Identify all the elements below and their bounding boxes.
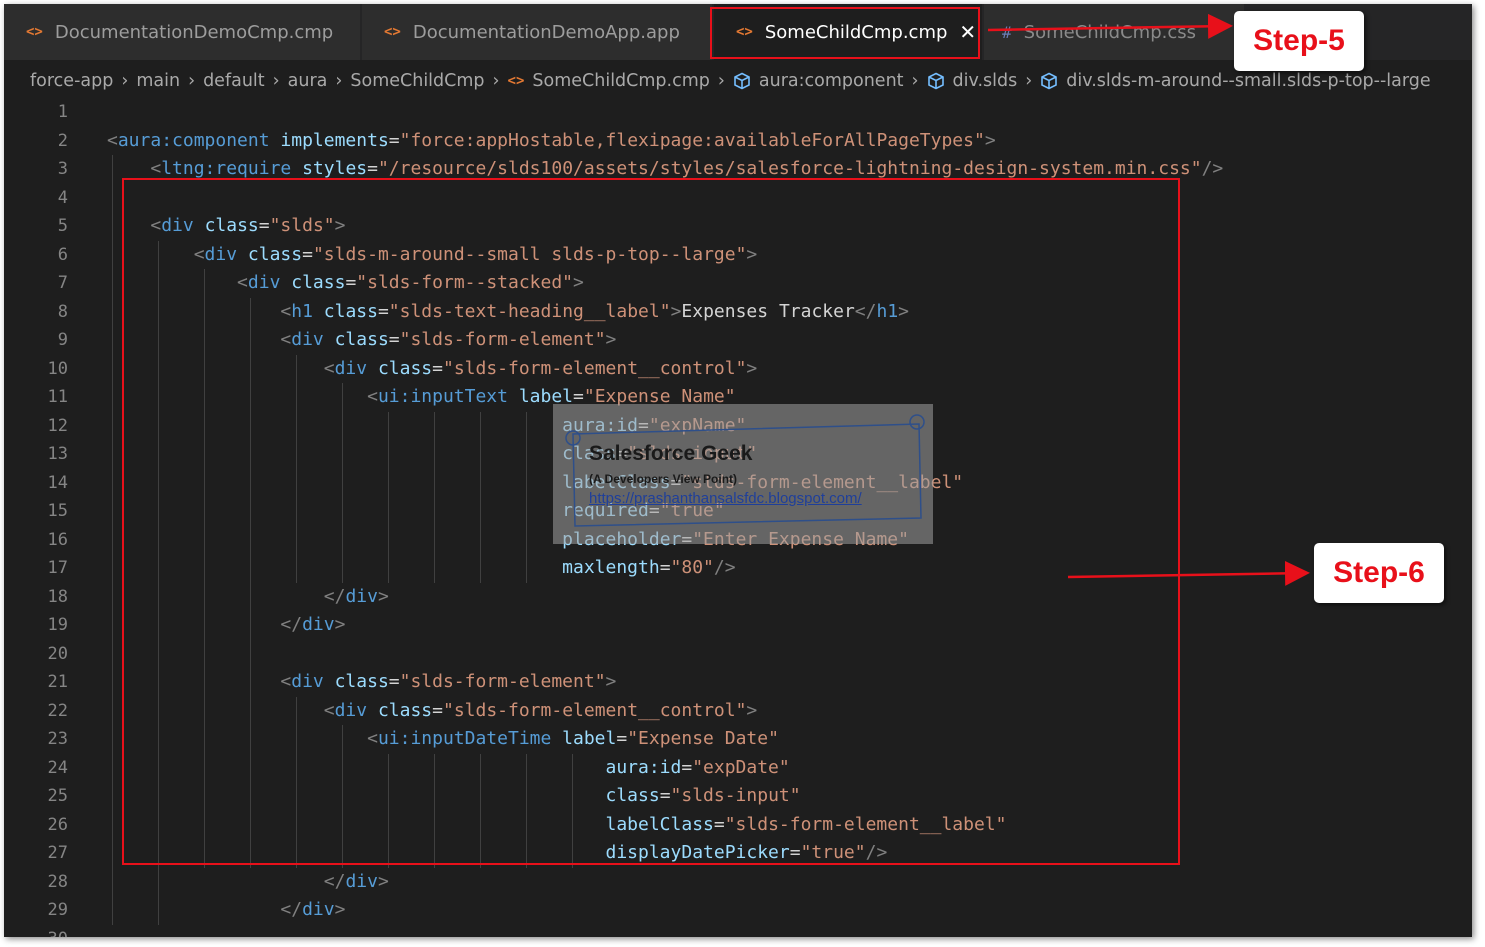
breadcrumb-item[interactable]: div.slds-m-around--small.slds-p-top--lar… — [1066, 71, 1430, 91]
line-number: 17 — [47, 558, 68, 578]
chevron-right-icon: › — [121, 71, 129, 91]
code-line[interactable]: 29 </div> — [4, 896, 1472, 924]
line-number: 24 — [47, 757, 68, 778]
tab-some-child-css[interactable]: # SomeChildCmp.css — [984, 4, 1244, 60]
line-number: 13 — [47, 444, 68, 464]
hash-icon: # — [1002, 22, 1012, 42]
code-token: styles — [302, 158, 368, 179]
breadcrumb: force-app › main › default › aura › Some… — [30, 64, 1431, 98]
line-number: 19 — [47, 615, 68, 635]
code-line[interactable]: 2 <aura:component implements="force:appHo… — [4, 127, 1472, 155]
code-token: div — [302, 899, 335, 920]
line-number: 3 — [57, 159, 68, 179]
code-token: implements — [280, 129, 389, 151]
step6-label: Step-6 — [1314, 543, 1444, 603]
line-number: 26 — [47, 814, 68, 835]
line-number: 21 — [47, 672, 68, 692]
code-token: < — [150, 158, 162, 179]
code-token: = — [388, 129, 400, 151]
cube-icon — [733, 72, 751, 90]
code-token: </ — [280, 899, 303, 920]
breadcrumb-item[interactable]: aura — [288, 71, 328, 91]
step6-highlight-box — [122, 178, 1180, 865]
line-number: 16 — [47, 529, 68, 550]
line-number: 27 — [47, 843, 68, 863]
step5-label: Step-5 — [1234, 11, 1364, 71]
code-token: div — [345, 870, 378, 892]
line-number: 29 — [47, 900, 68, 920]
code-line[interactable]: 1 — [4, 98, 1472, 126]
code-text: </div> — [107, 868, 389, 896]
line-number: 28 — [47, 871, 68, 892]
code-text: </div> — [107, 896, 345, 924]
breadcrumb-item[interactable]: default — [203, 71, 265, 91]
chevron-right-icon: › — [911, 71, 919, 91]
tab-label: DocumentationDemoCmp.cmp — [54, 21, 334, 43]
breadcrumb-item[interactable]: div.slds — [953, 71, 1018, 91]
line-number: 10 — [47, 358, 68, 379]
line-number: 22 — [47, 700, 68, 721]
code-token: > — [984, 129, 996, 151]
chevron-right-icon: › — [1025, 71, 1033, 91]
breadcrumb-item[interactable]: aura:component — [759, 71, 904, 91]
code-token: > — [334, 899, 346, 920]
line-number: 2 — [57, 130, 68, 151]
breadcrumb-item[interactable]: force-app — [30, 71, 113, 91]
breadcrumb-item[interactable]: SomeChildCmp — [350, 71, 484, 91]
code-token: = — [367, 158, 378, 179]
line-number: 5 — [57, 216, 68, 236]
code-token: "force:appHostable,flexipage:availableFo… — [399, 129, 985, 151]
line-number: 11 — [47, 387, 68, 407]
chevron-right-icon: › — [492, 71, 500, 91]
code-token: aura:component — [117, 129, 270, 151]
code-line[interactable]: 30 — [4, 925, 1472, 938]
breadcrumb-item[interactable]: SomeChildCmp.cmp — [532, 71, 710, 91]
chevron-right-icon: › — [717, 71, 725, 91]
xml-icon: <> — [507, 73, 525, 89]
chevron-right-icon: › — [335, 71, 343, 91]
cube-icon — [927, 72, 945, 90]
line-number: 18 — [47, 586, 68, 607]
chevron-right-icon: › — [272, 71, 280, 91]
code-token: </ — [323, 870, 346, 892]
code-token: ltng:require — [161, 158, 292, 179]
tab-label: SomeChildCmp.css — [1023, 21, 1196, 43]
breadcrumb-item[interactable]: main — [136, 71, 180, 91]
line-number: 12 — [47, 415, 68, 436]
tab-label: DocumentationDemoApp.app — [412, 21, 680, 43]
step5-highlight-box — [710, 7, 980, 59]
line-number: 1 — [57, 102, 68, 122]
line-number: 9 — [57, 330, 68, 350]
code-line[interactable]: 28 </div> — [4, 868, 1472, 896]
line-number: 6 — [57, 244, 68, 265]
line-number: 4 — [57, 187, 68, 208]
tab-documentation-demo-app[interactable]: <> DocumentationDemoApp.app — [362, 4, 712, 60]
line-number: 14 — [47, 472, 68, 493]
cube-icon — [1040, 72, 1058, 90]
line-number: 20 — [47, 643, 68, 664]
code-token: "/resource/slds100/assets/styles/salesfo… — [377, 158, 1202, 179]
chevron-right-icon: › — [188, 71, 196, 91]
line-number: 23 — [47, 729, 68, 749]
code-token: /> — [1201, 158, 1224, 179]
code-token: < — [107, 129, 118, 151]
line-number: 15 — [47, 501, 68, 521]
code-text: <aura:component implements="force:appHos… — [107, 127, 996, 155]
line-number: 25 — [47, 786, 68, 806]
line-number: 8 — [57, 301, 68, 322]
code-token: > — [377, 870, 389, 892]
xml-icon: <> — [384, 24, 401, 40]
line-number: 30 — [4, 925, 68, 938]
tab-documentation-demo-cmp[interactable]: <> DocumentationDemoCmp.cmp — [4, 4, 360, 60]
xml-icon: <> — [26, 24, 43, 40]
line-number: 7 — [57, 273, 68, 293]
